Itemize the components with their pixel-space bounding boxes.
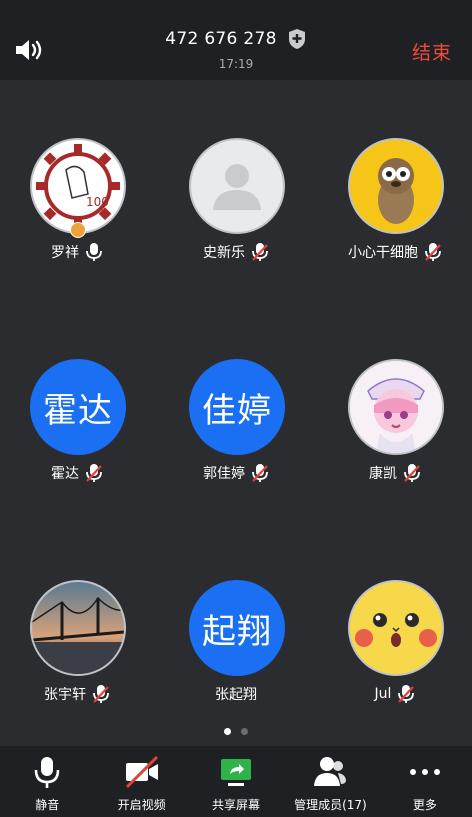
anime-avatar-image xyxy=(350,361,442,453)
microphone-icon xyxy=(34,757,60,788)
participant-tile[interactable]: 小心干细胞 xyxy=(320,138,470,278)
more-button[interactable]: 更多 xyxy=(378,746,472,817)
participant-tile[interactable]: 康凯 xyxy=(320,359,470,499)
page-dot[interactable] xyxy=(241,728,248,735)
participant-name-row: 张宇轩 xyxy=(2,684,152,704)
svg-text:100: 100 xyxy=(86,195,109,209)
logo-avatar-image: 100 xyxy=(32,140,124,232)
participant-name: 康凯 xyxy=(369,466,397,482)
participant-name-row: 史新乐 xyxy=(161,242,311,262)
mic-muted-icon xyxy=(86,464,102,482)
avatar: 霍达 xyxy=(30,359,126,455)
avatar xyxy=(30,580,126,676)
participant-tile[interactable]: 100 罗祥 xyxy=(2,138,152,278)
avatar xyxy=(348,580,444,676)
participant-name-row: 康凯 xyxy=(320,463,470,483)
page-dot-active[interactable] xyxy=(224,728,231,735)
participant-tile[interactable]: 起翔 张起翔 xyxy=(161,580,311,720)
participant-name: 罗祥 xyxy=(51,245,79,261)
participant-name: 张起翔 xyxy=(215,687,257,703)
avatar xyxy=(348,359,444,455)
end-meeting-button[interactable]: 结束 xyxy=(412,38,452,65)
manage-members-button[interactable]: 管理成员(17) xyxy=(283,746,377,817)
participant-name: 小心干细胞 xyxy=(348,245,418,261)
share-screen-icon xyxy=(221,759,252,786)
more-label: 更多 xyxy=(412,798,437,812)
mic-on-icon xyxy=(86,243,102,261)
avatar: 佳婷 xyxy=(189,359,285,455)
mic-muted-icon xyxy=(404,464,420,482)
participant-name-row: 郭佳婷 xyxy=(161,463,311,483)
participant-name-row: 罗祥 xyxy=(2,242,152,262)
members-label: 管理成员(17) xyxy=(294,798,367,812)
participant-tile[interactable]: Jul xyxy=(320,580,470,720)
user-placeholder-icon xyxy=(213,164,261,210)
pikachu-avatar-image xyxy=(350,582,442,674)
mic-muted-icon xyxy=(93,685,109,703)
avatar: 起翔 xyxy=(189,580,285,676)
mic-muted-icon xyxy=(398,685,415,703)
avatar: 100 xyxy=(30,138,126,234)
lemur-avatar-image xyxy=(350,140,442,232)
members-icon xyxy=(314,757,347,786)
participant-name-row: 小心干细胞 xyxy=(320,242,470,262)
participant-name: 史新乐 xyxy=(203,245,245,261)
host-badge xyxy=(70,222,86,238)
meeting-timer: 17:19 xyxy=(218,57,254,71)
share-screen-button[interactable]: 共享屏幕 xyxy=(189,746,283,817)
mic-muted-icon xyxy=(252,243,268,261)
participant-name: 张宇轩 xyxy=(44,687,86,703)
mute-button[interactable]: 静音 xyxy=(0,746,94,817)
shield-icon[interactable] xyxy=(287,28,307,50)
participant-tile[interactable]: 佳婷 郭佳婷 xyxy=(161,359,311,499)
start-video-button[interactable]: 开启视频 xyxy=(94,746,188,817)
avatar xyxy=(189,138,285,234)
participant-tile[interactable]: 张宇轩 xyxy=(2,580,152,720)
bridge-avatar-image xyxy=(32,582,124,674)
participant-name-row: 张起翔 xyxy=(161,684,311,704)
share-label: 共享屏幕 xyxy=(212,798,261,812)
participant-name-row: 霍达 xyxy=(2,463,152,483)
meeting-header: 472 676 278 17:19 结束 xyxy=(0,0,472,80)
bottom-toolbar: 静音 开启视频 共享屏幕 管理成员(17) 更多 xyxy=(0,746,472,817)
page-indicator[interactable] xyxy=(0,728,472,735)
more-dots-icon xyxy=(409,769,440,775)
participant-name: 霍达 xyxy=(51,466,79,482)
participant-name-row: Jul xyxy=(320,684,470,704)
participant-name: Jul xyxy=(374,686,392,702)
video-label: 开启视频 xyxy=(117,798,166,812)
participant-name: 郭佳婷 xyxy=(203,466,245,482)
mic-muted-icon xyxy=(252,464,268,482)
meeting-id-row[interactable]: 472 676 278 xyxy=(0,28,472,50)
mute-label: 静音 xyxy=(35,798,60,812)
video-off-icon xyxy=(125,755,158,789)
meeting-id: 472 676 278 xyxy=(165,29,277,49)
mic-muted-icon xyxy=(425,243,441,261)
participant-tile[interactable]: 霍达 霍达 xyxy=(2,359,152,499)
participant-tile[interactable]: 史新乐 xyxy=(161,138,311,278)
avatar xyxy=(348,138,444,234)
